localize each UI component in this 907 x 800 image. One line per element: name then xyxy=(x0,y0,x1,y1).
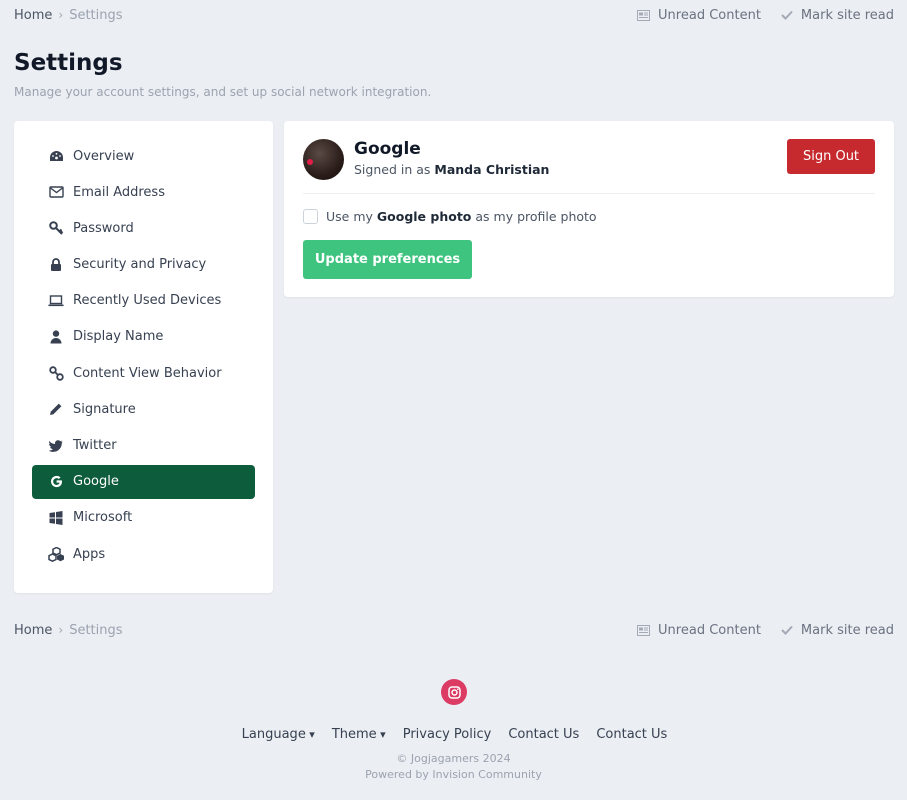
unread-content-label: Unread Content xyxy=(658,7,761,23)
unread-content-link[interactable]: Unread Content xyxy=(637,8,761,23)
breadcrumb-current: Settings xyxy=(69,622,123,638)
pencil-icon xyxy=(47,400,65,418)
sidebar-item-microsoft[interactable]: Microsoft xyxy=(32,501,255,535)
avatar-badge xyxy=(307,159,313,165)
breadcrumb-home-link[interactable]: Home xyxy=(14,8,52,23)
sidebar-item-overview[interactable]: Overview xyxy=(32,139,255,173)
sidebar-item-label: Email Address xyxy=(73,184,165,200)
sidebar-item-label: Security and Privacy xyxy=(73,257,207,273)
sidebar-item-password[interactable]: Password xyxy=(32,211,255,245)
sidebar-item-apps[interactable]: Apps xyxy=(32,537,255,571)
breadcrumb: Home › Settings xyxy=(14,623,123,638)
user-icon xyxy=(47,328,65,346)
breadcrumb-bar-bottom: Home › Settings Unread Content Mark site… xyxy=(14,619,894,641)
page-subtitle: Manage your account settings, and set up… xyxy=(14,85,432,99)
breadcrumb-current: Settings xyxy=(69,7,123,23)
sidebar-item-label: Content View Behavior xyxy=(73,365,222,381)
envelope-icon xyxy=(47,183,65,201)
sidebar-item-label: Microsoft xyxy=(73,510,133,526)
breadcrumb-separator: › xyxy=(58,8,64,22)
google-settings-panel: Google Signed in as Manda Christian Sign… xyxy=(284,121,894,297)
sidebar-item-label: Display Name xyxy=(73,329,164,345)
instagram-icon xyxy=(447,685,461,699)
signed-in-status: Signed in as Manda Christian xyxy=(354,162,549,177)
sidebar-item-label: Twitter xyxy=(73,438,117,453)
sidebar-item-twitter[interactable]: Twitter xyxy=(32,429,255,463)
breadcrumb-actions: Unread Content Mark site read xyxy=(637,8,894,23)
divider xyxy=(303,193,875,194)
language-menu[interactable]: Language xyxy=(242,727,315,742)
provider-title: Google xyxy=(354,139,421,159)
privacy-policy-link[interactable]: Privacy Policy xyxy=(403,727,492,742)
sidebar-item-label: Signature xyxy=(73,401,136,417)
use-google-photo-checkbox[interactable] xyxy=(303,209,318,224)
copyright: © Jogjagamers 2024 xyxy=(396,752,511,765)
unread-content-label: Unread Content xyxy=(658,622,761,638)
sidebar-item-label: Google xyxy=(73,474,119,490)
breadcrumb-home-link[interactable]: Home xyxy=(14,623,52,638)
signed-in-user: Manda Christian xyxy=(434,162,550,177)
sidebar-item-security-and-privacy[interactable]: Security and Privacy xyxy=(32,248,255,282)
breadcrumb-actions: Unread Content Mark site read xyxy=(637,623,894,638)
sidebar-item-display-name[interactable]: Display Name xyxy=(32,320,255,354)
newspaper-icon xyxy=(637,624,651,636)
signed-in-prefix: Signed in as xyxy=(354,162,431,177)
check-icon xyxy=(781,625,793,635)
sidebar-item-content-view-behavior[interactable]: Content View Behavior xyxy=(32,356,255,390)
sidebar-item-signature[interactable]: Signature xyxy=(32,392,255,426)
mark-site-read-link[interactable]: Mark site read xyxy=(781,623,894,638)
unread-content-link[interactable]: Unread Content xyxy=(637,623,761,638)
powered-by-link[interactable]: Powered by Invision Community xyxy=(0,768,907,781)
sign-out-button[interactable]: Sign Out xyxy=(787,139,875,174)
check-icon xyxy=(781,10,793,20)
sidebar-item-label: Overview xyxy=(73,148,135,164)
lock-icon xyxy=(47,256,65,274)
theme-menu[interactable]: Theme xyxy=(332,727,386,742)
sidebar-item-email-address[interactable]: Email Address xyxy=(32,175,255,209)
twitter-icon xyxy=(47,437,65,455)
google-icon xyxy=(47,473,65,491)
page-title: Settings xyxy=(14,50,123,76)
mark-site-read-label: Mark site read xyxy=(800,622,894,638)
mark-site-read-label: Mark site read xyxy=(800,7,894,23)
update-preferences-button[interactable]: Update preferences xyxy=(303,240,472,279)
sidebar-item-label: Password xyxy=(73,220,134,236)
key-icon xyxy=(47,219,65,237)
use-google-photo-option[interactable]: Use my Google photo as my profile photo xyxy=(303,209,597,224)
footer-links: Language Theme Privacy Policy Contact Us… xyxy=(0,727,907,742)
instagram-link[interactable] xyxy=(441,679,467,705)
dashboard-icon xyxy=(47,147,65,165)
breadcrumb-bar-top: Home › Settings Unread Content Mark site… xyxy=(14,4,894,26)
newspaper-icon xyxy=(637,9,651,21)
checkbox-label-prefix: Use my xyxy=(326,209,373,224)
cubes-icon xyxy=(47,545,65,563)
contact-us-link[interactable]: Contact Us xyxy=(508,727,579,742)
avatar xyxy=(303,139,344,180)
sidebar-item-google[interactable]: Google xyxy=(32,464,255,499)
sidebar-item-label: Apps xyxy=(73,546,106,562)
contact-us-link-2[interactable]: Contact Us xyxy=(596,727,667,742)
breadcrumb: Home › Settings xyxy=(14,8,123,23)
link-icon xyxy=(47,364,65,382)
mark-site-read-link[interactable]: Mark site read xyxy=(781,8,894,23)
checkbox-label-bold: Google photo xyxy=(376,209,472,224)
windows-icon xyxy=(47,509,65,527)
settings-sidebar: Overview Email Address Password Security… xyxy=(14,121,273,593)
breadcrumb-separator: › xyxy=(58,623,64,637)
sidebar-item-recently-used-devices[interactable]: Recently Used Devices xyxy=(32,284,255,318)
laptop-icon xyxy=(47,292,65,310)
sidebar-item-label: Recently Used Devices xyxy=(73,293,222,309)
checkbox-label-suffix: as my profile photo xyxy=(475,209,597,224)
